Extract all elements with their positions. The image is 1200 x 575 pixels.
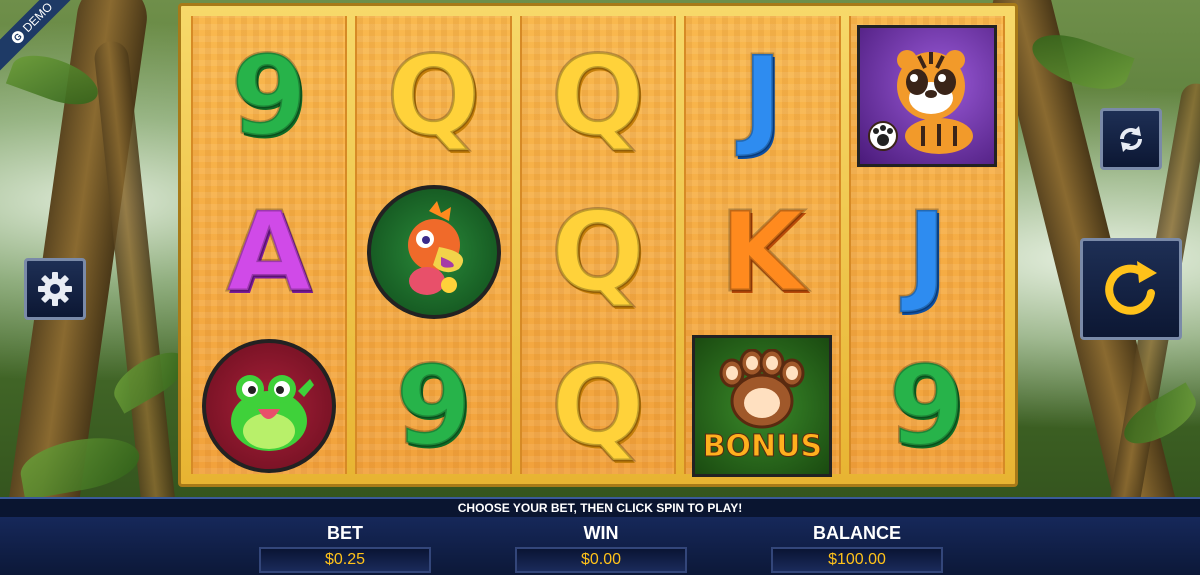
reel-frame: 9A Q 9 QQQ JK BONUS J 9: [178, 3, 1018, 487]
reel-3: QQQ: [519, 16, 677, 474]
reel-5-symbol-2: J: [851, 176, 1003, 328]
win-label: WIN: [583, 523, 619, 543]
reel-2-symbol-2: [357, 176, 509, 328]
reels-grid: 9A Q 9 QQQ JK BONUS J 9: [191, 16, 1006, 477]
logo-icon: G: [9, 28, 27, 46]
bonus-icon: BONUS: [692, 335, 833, 477]
symbol-q: Q: [550, 342, 647, 470]
symbol-q: Q: [385, 32, 482, 160]
symbol-j: J: [905, 188, 949, 316]
symbol-9: 9: [229, 32, 309, 160]
bet-panel: BET $0.25: [259, 523, 431, 573]
symbol-q: Q: [550, 188, 647, 316]
win-value: $0.00: [515, 547, 687, 573]
reel-4-symbol-2: K: [686, 176, 838, 328]
win-panel: WIN $0.00: [515, 523, 687, 573]
reel-3-symbol-2: Q: [522, 176, 674, 328]
bet-value[interactable]: $0.25: [259, 547, 431, 573]
refresh-arrows-icon: [1120, 126, 1142, 152]
symbol-j: J: [740, 32, 784, 160]
reel-2-symbol-1: Q: [357, 20, 509, 172]
reel-5-symbol-1: [851, 20, 1003, 172]
stats-bar: BET $0.25 WIN $0.00 BALANCE $100.00: [0, 517, 1200, 575]
symbol-k: K: [718, 188, 806, 316]
reel-1-symbol-2: A: [193, 176, 345, 328]
reel-4-symbol-1: J: [686, 20, 838, 172]
reel-5-symbol-3: 9: [851, 330, 1003, 482]
balance-label: BALANCE: [813, 523, 901, 543]
reel-3-symbol-1: Q: [522, 20, 674, 172]
symbol-9: 9: [394, 342, 474, 470]
symbol-9: 9: [887, 342, 967, 470]
balance-panel: BALANCE $100.00: [771, 523, 943, 573]
symbol-a: A: [225, 188, 313, 316]
spin-arrow-icon: [1105, 261, 1157, 315]
reel-1: 9A: [191, 16, 348, 474]
spin-button[interactable]: [1080, 238, 1182, 340]
reel-4: JK BONUS: [684, 16, 841, 477]
balance-value: $100.00: [771, 547, 943, 573]
frog-icon: [202, 339, 337, 473]
gear-icon: [38, 272, 72, 306]
tiger-icon: [856, 25, 997, 167]
status-message: CHOOSE YOUR BET, THEN CLICK SPIN TO PLAY…: [0, 497, 1200, 517]
reel-5: J9: [848, 16, 1006, 474]
autoplay-button[interactable]: [1100, 108, 1162, 170]
bonus-label: BONUS: [702, 428, 823, 464]
reel-3-symbol-3: Q: [522, 330, 674, 482]
reel-2: Q 9: [355, 16, 512, 474]
bet-label: BET: [327, 523, 363, 543]
settings-button[interactable]: [24, 258, 86, 320]
reel-2-symbol-3: 9: [357, 330, 509, 482]
bird-icon: [366, 185, 501, 319]
reel-4-symbol-3: BONUS: [686, 330, 838, 482]
reel-1-symbol-3: [193, 330, 345, 482]
symbol-q: Q: [550, 32, 647, 160]
reel-1-symbol-1: 9: [193, 20, 345, 172]
